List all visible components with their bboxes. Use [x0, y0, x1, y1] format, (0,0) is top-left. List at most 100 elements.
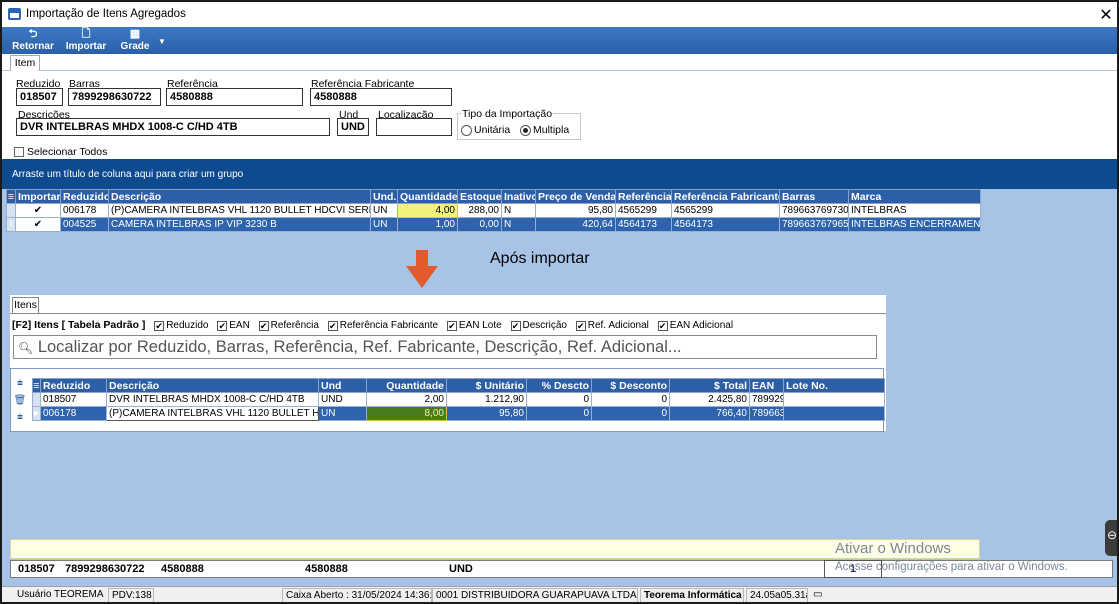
grade-button[interactable]: ▦ Grade: [118, 27, 152, 54]
cell-total: 2.425,80: [669, 392, 750, 407]
import-label: Importar: [65, 41, 107, 52]
cell-desconto[interactable]: 0: [591, 406, 670, 421]
filter-clear-icon[interactable]: ⩧: [11, 412, 29, 429]
col-unitario[interactable]: $ Unitário: [446, 378, 527, 393]
row-indicator[interactable]: [32, 392, 41, 407]
row-indicator[interactable]: [6, 203, 16, 218]
cell-desconto[interactable]: 0: [591, 392, 670, 407]
cell-quantidade[interactable]: 1,00: [397, 217, 458, 232]
cell-referencia: 4565299: [615, 203, 672, 218]
row-indicator[interactable]: I: [6, 217, 16, 232]
col-ref-fabricante[interactable]: Referência Fabricante: [671, 189, 780, 204]
option-referencia[interactable]: ✔ Referência: [258, 320, 319, 331]
status-bar: Usuário TEOREMA PDV:138 Caixa Aberto : 3…: [2, 586, 1117, 602]
col-ean[interactable]: EAN: [749, 378, 784, 393]
col-desconto[interactable]: $ Desconto: [591, 378, 670, 393]
item-form: Reduzido 018507 Barras 7899298630722 Ref…: [2, 71, 1117, 159]
toolbar: ⮌ Retornar 🗋 Importar ▦ Grade ▼: [2, 27, 1117, 54]
col-lote[interactable]: Lote No.: [783, 378, 885, 393]
grid-header-row: ≡ Reduzido Descrição Und Quantidade $ Un…: [32, 378, 885, 393]
multipla-radio[interactable]: [520, 125, 531, 136]
col-und[interactable]: Und: [318, 378, 367, 393]
cell-quantidade[interactable]: 8,00: [366, 406, 447, 421]
import-button[interactable]: 🗋 Importar: [62, 27, 110, 54]
cell-lote[interactable]: [783, 392, 885, 407]
option-ean-adicional[interactable]: ✔ EAN Adicional: [657, 320, 733, 331]
col-estoque[interactable]: Estoque: [457, 189, 502, 204]
cell-unitario[interactable]: 1.212,90: [446, 392, 527, 407]
und-field[interactable]: UND: [337, 118, 369, 136]
col-quantidade[interactable]: Quantidade: [366, 378, 447, 393]
tab-itens[interactable]: Itens: [12, 297, 39, 313]
grade-dropdown-icon[interactable]: ▼: [158, 37, 166, 46]
ref-fabricante-field[interactable]: 4580888: [310, 88, 452, 106]
col-preco-venda[interactable]: Preço de Venda: [535, 189, 616, 204]
cell-estoque: 0,00: [457, 217, 502, 232]
cell-reduzido: 006178: [60, 203, 109, 218]
cell-reduzido: 018507: [40, 392, 107, 407]
cell-descto[interactable]: 0: [526, 392, 592, 407]
col-descricao[interactable]: Descrição: [106, 378, 319, 393]
option-reduzido[interactable]: ✔ Reduzido: [154, 320, 208, 331]
table-row[interactable]: 018507 DVR INTELBRAS MHDX 1008-C C/HD 4T…: [32, 392, 885, 407]
descricoes-field[interactable]: DVR INTELBRAS MHDX 1008-C C/HD 4TB: [16, 118, 330, 136]
table-row[interactable]: ▸ 006178 (P)CAMERA INTELBRAS VHL 1120 BU…: [32, 406, 885, 421]
col-total[interactable]: $ Total: [669, 378, 750, 393]
col-inativo[interactable]: Inativo: [501, 189, 536, 204]
filter-icon[interactable]: ⩧: [11, 378, 29, 395]
close-button[interactable]: ✕: [1098, 5, 1114, 24]
option-ref-adicional[interactable]: ✔ Ref. Adicional: [575, 320, 649, 331]
unitaria-radio[interactable]: [461, 125, 472, 136]
importar-checkbox[interactable]: ✔: [15, 203, 61, 218]
option-ean-lote[interactable]: ✔ EAN Lote: [446, 320, 502, 331]
checkbox-icon: ✔: [258, 321, 269, 331]
tab-item[interactable]: Item: [10, 55, 40, 71]
row-indicator[interactable]: ▸: [32, 406, 41, 421]
table-row[interactable]: I ✔ 004525 CAMERA INTELBRAS IP VIP 3230 …: [6, 217, 981, 232]
search-input[interactable]: 🔍︎ Localizar por Reduzido, Barras, Refer…: [13, 335, 877, 359]
col-referencia[interactable]: Referência: [615, 189, 672, 204]
row-indicator-header[interactable]: ≡: [6, 189, 16, 204]
cell-unitario[interactable]: 95,80: [446, 406, 527, 421]
option-descricao[interactable]: ✔ Descrição: [510, 320, 567, 331]
cell-descto[interactable]: 0: [526, 406, 592, 421]
col-percent-descto[interactable]: % Descto: [526, 378, 592, 393]
checkbox-icon: ✔: [657, 321, 668, 331]
cell-quantidade[interactable]: 4,00: [397, 203, 458, 218]
importar-checkbox[interactable]: ✔: [15, 217, 61, 232]
grid-header-row: ≡ Importar Reduzido Descrição Und. Quant…: [6, 189, 981, 204]
col-importar[interactable]: Importar: [15, 189, 61, 204]
status-teorema: Teorema Informática: [640, 588, 744, 602]
selecionar-todos-checkbox[interactable]: [14, 147, 24, 157]
cell-barras: 7896637679657: [779, 217, 849, 232]
option-ref-fabricante[interactable]: ✔ Referência Fabricante: [327, 320, 438, 331]
col-marca[interactable]: Marca: [848, 189, 981, 204]
cell-preco: 95,80: [535, 203, 616, 218]
return-button[interactable]: ⮌ Retornar: [10, 27, 56, 54]
tab-divider: [10, 313, 886, 314]
option-ean[interactable]: ✔ EAN: [217, 320, 250, 331]
referencia-field[interactable]: 4580888: [166, 88, 303, 106]
col-reduzido[interactable]: Reduzido: [60, 189, 109, 204]
col-barras[interactable]: Barras: [779, 189, 849, 204]
cell-descricao: (P)CAMERA INTELBRAS VHL 1120 BULLET HDCV…: [108, 203, 371, 218]
group-by-hint: Arraste um título de coluna aqui para cr…: [12, 169, 244, 180]
col-quantidade[interactable]: Quantidade: [397, 189, 458, 204]
reduzido-field[interactable]: 018507: [16, 88, 63, 106]
group-by-bar[interactable]: Arraste um título de coluna aqui para cr…: [2, 159, 1117, 189]
cell-estoque: 288,00: [457, 203, 502, 218]
barras-field[interactable]: 7899298630722: [68, 88, 161, 106]
col-und[interactable]: Und.: [370, 189, 398, 204]
grid-side-tools: ⩧ 🗑︎ ⩧: [11, 378, 29, 429]
tipo-importacao-label: Tipo da Importação: [461, 108, 554, 120]
localizacao-field[interactable]: [376, 118, 452, 136]
cell-marca: INTELBRAS: [848, 203, 981, 218]
cell-lote[interactable]: [783, 406, 885, 421]
trash-icon[interactable]: 🗑︎: [11, 395, 29, 412]
col-reduzido[interactable]: Reduzido: [40, 378, 107, 393]
table-row[interactable]: ✔ 006178 (P)CAMERA INTELBRAS VHL 1120 BU…: [6, 203, 981, 218]
cell-quantidade[interactable]: 2,00: [366, 392, 447, 407]
side-panel-tab[interactable]: ⊖: [1105, 520, 1117, 556]
col-descricao[interactable]: Descrição: [108, 189, 371, 204]
row-indicator-header[interactable]: ≡: [32, 378, 41, 393]
